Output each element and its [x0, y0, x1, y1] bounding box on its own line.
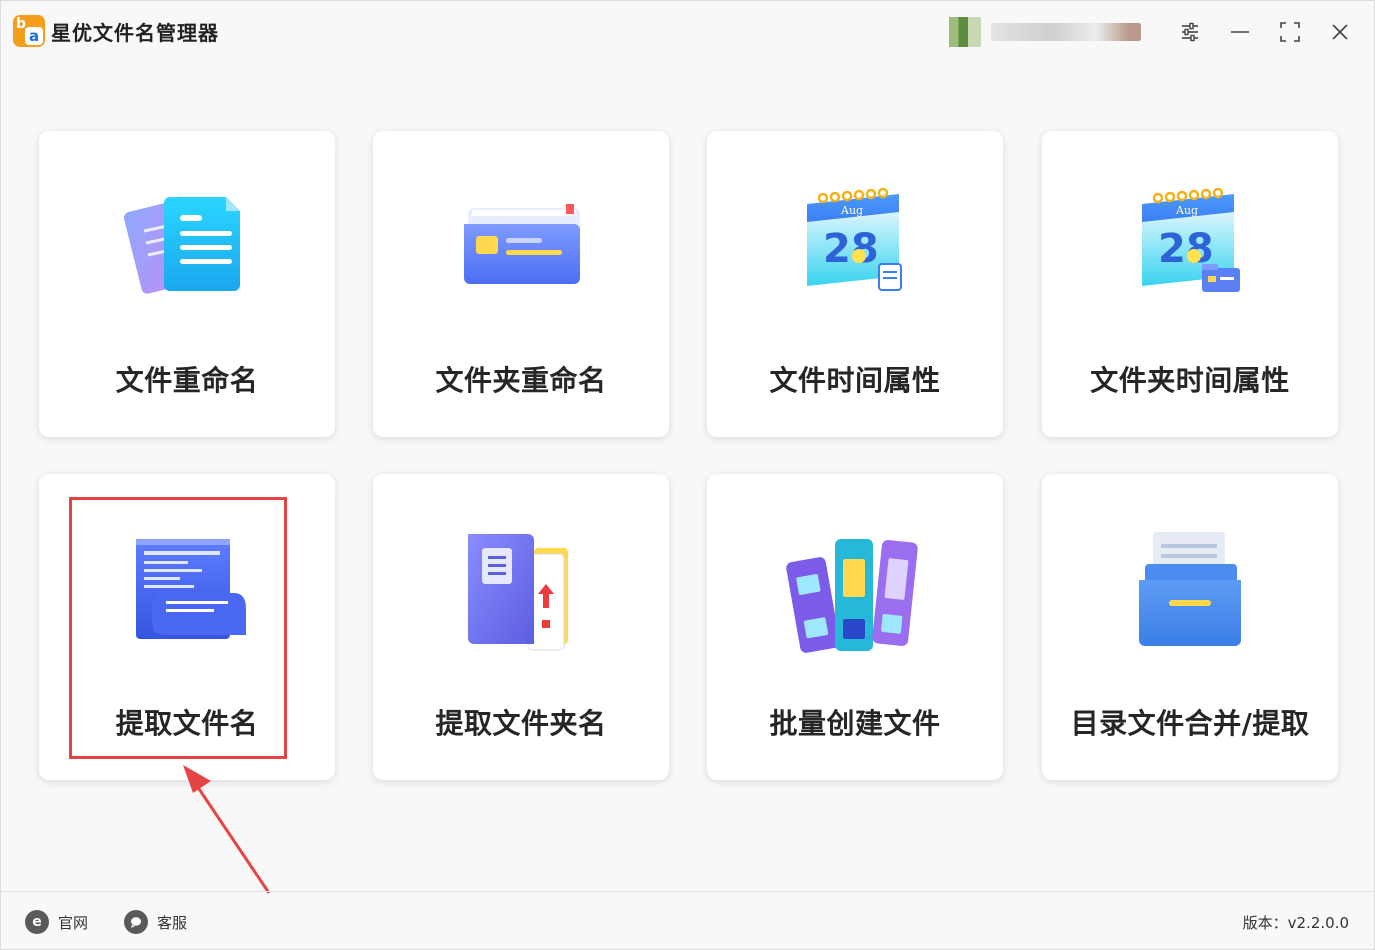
support-link[interactable]: 客服: [124, 910, 187, 934]
red-arrow-annotation: [183, 765, 271, 894]
support-label: 客服: [157, 913, 188, 932]
minimize-icon: [1231, 31, 1249, 33]
card-directory-merge-extract[interactable]: 目录文件合并/提取: [1042, 474, 1338, 780]
user-name-blurred: [991, 23, 1141, 41]
card-label: 提取文件名: [115, 707, 259, 740]
card-folder-time-attributes[interactable]: Aug 28 文件夹时间属性: [1042, 131, 1338, 437]
folder-card-icon: [451, 181, 591, 311]
card-label: 文件夹时间属性: [1090, 364, 1290, 397]
calendar-month: Aug: [1175, 204, 1198, 217]
version-label: 版本：v2.2.0.0: [1242, 914, 1349, 932]
minimize-button[interactable]: [1223, 15, 1257, 49]
app-logo-icon: ba: [13, 15, 45, 47]
app-window: ba 星优文件名管理器 文件重命名 文件夹重命名 Aug 28 文件时间属性 A…: [0, 0, 1375, 950]
maximize-icon: [1280, 22, 1300, 42]
chat-bubble-icon: [124, 910, 148, 934]
close-button[interactable]: [1323, 15, 1357, 49]
card-label: 文件重命名: [115, 364, 259, 397]
card-label: 文件时间属性: [769, 364, 941, 397]
calendar-folder-icon: Aug 28: [1120, 181, 1260, 311]
file-drawer-icon: [1120, 524, 1260, 654]
title-bar: ba 星优文件名管理器: [1, 1, 1374, 63]
maximize-button[interactable]: [1273, 15, 1307, 49]
card-label: 文件夹重命名: [435, 364, 607, 397]
binders-icon: [785, 524, 925, 654]
website-label: 官网: [58, 913, 89, 932]
calendar-file-icon: Aug 28: [785, 181, 925, 311]
settings-button[interactable]: [1173, 15, 1207, 49]
document-scroll-icon: [117, 524, 257, 654]
user-avatar[interactable]: [949, 17, 981, 47]
sliders-icon: [1182, 22, 1198, 42]
user-account[interactable]: [949, 17, 1149, 47]
close-icon: [1332, 24, 1348, 40]
document-stack-icon: [117, 181, 257, 311]
card-extract-folder-names[interactable]: 提取文件夹名: [373, 474, 669, 780]
app-title: 星优文件名管理器: [51, 21, 219, 45]
calendar-day: 28: [823, 226, 879, 272]
card-file-time-attributes[interactable]: Aug 28 文件时间属性: [707, 131, 1003, 437]
browser-icon: e: [25, 910, 49, 934]
calendar-month: Aug: [840, 204, 863, 217]
card-label: 目录文件合并/提取: [1070, 707, 1310, 740]
card-file-rename[interactable]: 文件重命名: [39, 131, 335, 437]
card-extract-filenames[interactable]: 提取文件名: [39, 474, 335, 780]
footer: e 官网 客服 版本：v2.2.0.0: [1, 891, 1374, 950]
folder-upload-icon: [451, 524, 591, 654]
card-folder-rename[interactable]: 文件夹重命名: [373, 131, 669, 437]
website-link[interactable]: e 官网: [25, 910, 88, 934]
card-label: 批量创建文件: [769, 707, 941, 740]
card-label: 提取文件夹名: [435, 707, 607, 740]
card-batch-create-files[interactable]: 批量创建文件: [707, 474, 1003, 780]
